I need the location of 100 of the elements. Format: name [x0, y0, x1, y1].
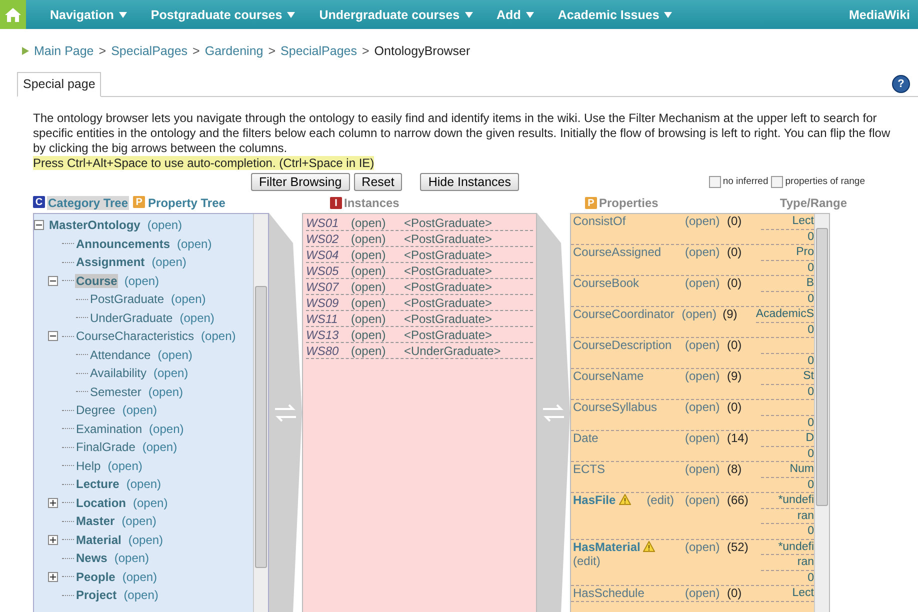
instance-name[interactable]: WS09 — [306, 296, 351, 310]
category-item[interactable]: UnderGraduate — [89, 310, 174, 325]
property-name[interactable]: CourseBook — [573, 276, 640, 290]
category-item[interactable]: CourseCharacteristics — [75, 329, 196, 344]
breadcrumb-link[interactable]: SpecialPages — [280, 44, 357, 58]
open-link[interactable]: (open) — [685, 369, 727, 399]
nav-menu[interactable]: Academic Issues — [558, 8, 672, 22]
checkbox[interactable] — [771, 176, 784, 188]
open-link[interactable]: (open) — [148, 384, 184, 399]
instance-name[interactable]: WS05 — [306, 264, 351, 278]
scrollbar[interactable] — [253, 214, 268, 612]
open-link[interactable]: (open) — [351, 248, 404, 262]
checkbox[interactable] — [708, 176, 721, 188]
category-item[interactable]: Lecture — [75, 477, 120, 492]
property-name[interactable]: CourseAssigned — [573, 245, 662, 259]
category-item[interactable]: Degree — [75, 403, 116, 418]
home-button[interactable] — [0, 0, 26, 29]
instance-name[interactable]: WS02 — [306, 232, 351, 246]
toolbar-button[interactable]: Filter Browsing — [251, 172, 350, 190]
flow-arrow-drawing[interactable] — [537, 213, 570, 612]
nav-menu[interactable]: Navigation — [50, 8, 127, 22]
instance-name[interactable]: WS01 — [306, 216, 351, 230]
open-link[interactable]: (open) — [201, 329, 236, 344]
breadcrumb-link[interactable]: Main Page — [34, 44, 94, 58]
open-link[interactable]: (open) — [351, 296, 404, 310]
expand-toggle[interactable] — [48, 572, 58, 582]
open-link[interactable]: (open) — [180, 310, 214, 325]
open-link[interactable]: (open) — [685, 462, 727, 492]
category-item[interactable]: News — [75, 551, 108, 566]
collapse-toggle[interactable] — [34, 220, 44, 230]
toolbar-button[interactable]: Hide Instances — [420, 172, 520, 190]
open-link[interactable]: (open) — [114, 551, 150, 566]
open-link[interactable]: (open) — [685, 400, 727, 430]
category-item[interactable]: Location — [75, 496, 127, 510]
instance-name[interactable]: WS07 — [306, 280, 351, 294]
property-name[interactable]: HasFile — [573, 493, 631, 507]
open-link[interactable]: (open) — [152, 255, 186, 270]
category-item[interactable]: Examination — [75, 422, 144, 436]
open-link[interactable]: (open) — [126, 477, 162, 492]
category-item[interactable]: FinalGrade — [75, 440, 136, 454]
breadcrumb-link[interactable]: Gardening — [204, 44, 264, 58]
open-link[interactable]: (open) — [351, 232, 404, 246]
property-name[interactable]: ConsistOf — [573, 214, 626, 228]
instance-name[interactable]: WS04 — [306, 248, 351, 262]
property-name[interactable]: CourseSyllabus — [573, 400, 658, 414]
open-link[interactable]: (open) — [351, 280, 404, 294]
open-link[interactable]: (open) — [351, 344, 404, 358]
property-name[interactable]: CourseName — [573, 369, 644, 383]
instance-name[interactable]: WS13 — [306, 328, 351, 342]
open-link[interactable]: (open) — [685, 338, 727, 368]
open-link[interactable]: (open) — [685, 586, 727, 600]
open-link[interactable]: (open) — [133, 496, 168, 510]
breadcrumb-link[interactable]: SpecialPages — [111, 44, 188, 58]
scrollbar[interactable] — [814, 214, 829, 612]
collapse-toggle[interactable] — [48, 276, 58, 286]
flow-arrow-drawing[interactable] — [269, 213, 302, 612]
nav-menu[interactable]: Undergraduate courses — [319, 8, 473, 22]
open-link[interactable]: (open) — [158, 348, 192, 362]
category-item[interactable]: Announcements — [75, 236, 172, 251]
open-link[interactable]: (open) — [142, 440, 178, 454]
page-tab[interactable]: Special page — [17, 72, 102, 97]
open-link[interactable]: (open) — [682, 307, 723, 337]
open-link[interactable]: (open) — [153, 366, 188, 380]
collapse-toggle[interactable] — [48, 331, 58, 342]
nav-menu[interactable]: Add — [496, 8, 534, 22]
tree-tab[interactable]: Category Tree — [47, 196, 130, 210]
property-name[interactable]: ECTS — [573, 462, 606, 476]
category-item[interactable]: Project — [75, 588, 118, 602]
open-link[interactable]: (open) — [685, 214, 727, 244]
expand-toggle[interactable] — [48, 534, 58, 545]
open-link[interactable]: (open) — [122, 570, 158, 584]
open-link[interactable]: (open) — [122, 514, 156, 528]
open-link[interactable]: (open) — [685, 276, 727, 306]
edit-link[interactable]: (edit) — [573, 554, 685, 568]
category-item[interactable]: Semester — [89, 384, 142, 399]
category-item[interactable]: Attendance — [89, 348, 152, 362]
open-link[interactable]: (open) — [351, 328, 404, 342]
property-name[interactable]: CourseCoordinator — [573, 307, 674, 321]
open-link[interactable]: (open) — [149, 422, 184, 436]
open-link[interactable]: (open) — [171, 292, 206, 306]
toolbar-button[interactable]: Reset — [354, 172, 402, 190]
open-link[interactable]: (open) — [685, 493, 727, 538]
category-item[interactable]: Course — [75, 274, 118, 288]
open-link[interactable]: (open) — [108, 458, 142, 473]
property-name[interactable]: CourseDescription — [573, 338, 672, 352]
open-link[interactable]: (open) — [147, 218, 182, 232]
help-button[interactable]: ? — [892, 75, 910, 93]
category-item[interactable]: Master — [75, 514, 116, 528]
category-item[interactable]: People — [75, 570, 116, 584]
property-name[interactable]: HasSchedule — [573, 586, 644, 600]
nav-menu[interactable]: Postgraduate courses — [150, 8, 296, 22]
open-link[interactable]: (open) — [685, 431, 727, 461]
category-item[interactable]: Material — [75, 532, 122, 547]
category-item[interactable]: PostGraduate — [89, 292, 166, 306]
category-item[interactable]: Availability — [89, 366, 148, 380]
category-item[interactable]: Help — [75, 458, 102, 473]
instance-name[interactable]: WS80 — [306, 344, 351, 358]
property-name[interactable]: HasMaterial — [573, 540, 656, 554]
expand-toggle[interactable] — [48, 498, 58, 508]
open-link[interactable]: (open) — [685, 245, 727, 275]
